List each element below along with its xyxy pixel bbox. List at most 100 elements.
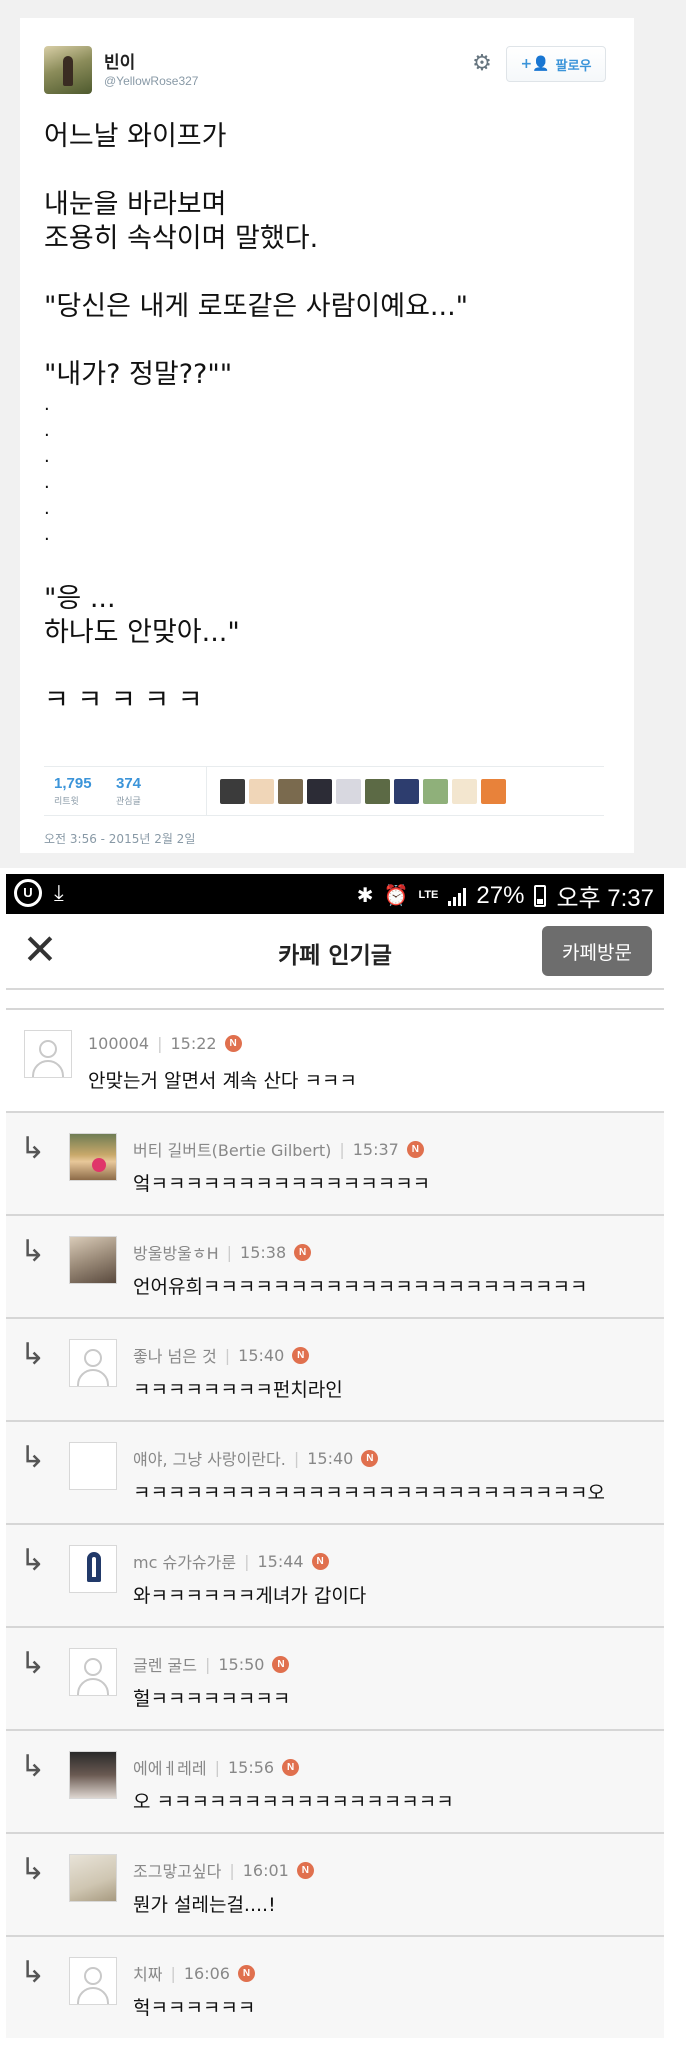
signal-icon	[448, 886, 467, 906]
tweet-line: 어느날 와이프가	[44, 121, 227, 152]
retweeter-avatar[interactable]	[278, 779, 303, 804]
comment-meta: mc 슈가슈가룬 | 15:44 N	[133, 1549, 329, 1573]
avatar[interactable]	[69, 1854, 117, 1902]
avatar[interactable]	[69, 1957, 117, 2005]
follow-button[interactable]: +👤 팔로우	[506, 46, 606, 82]
reply-arrow-icon: ↳	[20, 1131, 46, 1166]
avatar[interactable]	[24, 1030, 72, 1078]
comment-author[interactable]: 조그맣고싶다	[133, 1858, 221, 1882]
meta-divider: |	[244, 1551, 250, 1571]
meta-divider: |	[214, 1757, 220, 1777]
comment-text: 와ㅋㅋㅋㅋㅋㅋ게녀가 갑이다	[133, 1585, 367, 1607]
new-badge: N	[282, 1758, 300, 1776]
comment-time: 15:38	[240, 1242, 287, 1262]
meta-divider: |	[170, 1963, 176, 1983]
meta-divider: |	[224, 1345, 231, 1365]
avatar[interactable]	[69, 1236, 117, 1284]
like-stat[interactable]: 374 관심글	[116, 775, 141, 807]
tweet-author-handle[interactable]: @YellowRose327	[104, 74, 198, 88]
retweeter-avatar[interactable]	[365, 779, 390, 804]
comment-author[interactable]: 방울방울ㅎH	[133, 1240, 219, 1264]
reply-comment[interactable]: ↳ 에에ㅔ레레 | 15:56 N 오 ㅋㅋㅋㅋㅋㅋㅋㅋㅋㅋㅋㅋㅋㅋㅋㅋㅋ	[6, 1729, 664, 1832]
comment-author[interactable]: 버티 길버트(Bertie Gilbert)	[133, 1137, 331, 1161]
comment-author[interactable]: 좋나 넘은 것	[133, 1343, 217, 1367]
reply-comment[interactable]: ↳ 방울방울ㅎH | 15:38 N 언어유희ㅋㅋㅋㅋㅋㅋㅋㅋㅋㅋㅋㅋㅋㅋㅋㅋㅋㅋㅋㅋㅋㅋ	[6, 1214, 664, 1317]
tweet-card: 빈이 @YellowRose327 ⚙ +👤 팔로우 어느날 와이프가내눈을 바…	[20, 18, 634, 853]
tweet-avatar[interactable]	[44, 46, 92, 94]
comment-meta: 에에ㅔ레레 | 15:56 N	[133, 1755, 300, 1779]
meta-divider: |	[339, 1139, 345, 1159]
avatar[interactable]	[69, 1648, 117, 1696]
avatar[interactable]	[69, 1442, 117, 1490]
comment-author[interactable]: 치짜	[133, 1961, 162, 1985]
retweeter-avatar[interactable]	[220, 779, 245, 804]
like-label: 관심글	[116, 797, 141, 807]
comment-text: 엌ㅋㅋㅋㅋㅋㅋㅋㅋㅋㅋㅋㅋㅋㅋㅋㅋ	[133, 1173, 431, 1195]
tweet-line: .	[44, 420, 50, 441]
comment-text: 헐ㅋㅋㅋㅋㅋㅋㅋㅋ	[133, 1688, 291, 1710]
new-badge: N	[224, 1035, 242, 1052]
comment-author[interactable]: 100004	[88, 1034, 149, 1053]
reply-comment[interactable]: ↳ 좋나 넘은 것 | 15:40 N ㅋㅋㅋㅋㅋㅋㅋㅋ펀치라인	[6, 1317, 664, 1420]
cafe-visit-button[interactable]: 카페방문	[542, 926, 652, 976]
tweet-line: ㅋ ㅋ ㅋ ㅋ ㅋ	[44, 685, 203, 716]
tweet-line: .	[44, 498, 50, 519]
comment-author[interactable]: 에에ㅔ레레	[133, 1755, 207, 1779]
avatar[interactable]	[69, 1133, 117, 1181]
reply-comment[interactable]: ↳ 얘야, 그냥 사랑이란다. | 15:40 N ㅋㅋㅋㅋㅋㅋㅋㅋㅋㅋㅋㅋㅋㅋㅋㅋㅋㅋㅋ…	[6, 1420, 664, 1523]
comment-time: 15:40	[307, 1448, 354, 1468]
comment-time: 15:40	[238, 1345, 285, 1365]
retweeter-avatar[interactable]	[394, 779, 419, 804]
tweet-line: 조용히 속삭이며 말했다.	[44, 223, 319, 254]
retweet-count: 1,795	[54, 775, 92, 792]
reply-comment[interactable]: ↳ 글렌 굴드 | 15:50 N 헐ㅋㅋㅋㅋㅋㅋㅋㅋ	[6, 1626, 664, 1729]
tweet-line: .	[44, 472, 50, 493]
comment-author[interactable]: mc 슈가슈가룬	[133, 1549, 236, 1573]
reply-comment[interactable]: ↳ mc 슈가슈가룬 | 15:44 N 와ㅋㅋㅋㅋㅋㅋ게녀가 갑이다	[6, 1523, 664, 1626]
retweeter-avatar[interactable]	[307, 779, 332, 804]
comment-text: 언어유희ㅋㅋㅋㅋㅋㅋㅋㅋㅋㅋㅋㅋㅋㅋㅋㅋㅋㅋㅋㅋㅋㅋ	[133, 1276, 588, 1298]
tweet-line: 내눈을 바라보며	[44, 189, 227, 220]
comment-time: 15:22	[170, 1034, 217, 1053]
comment-meta: 방울방울ㅎH | 15:38 N	[133, 1240, 312, 1264]
follow-button-label: 팔로우	[555, 58, 592, 74]
retweet-stat[interactable]: 1,795 리트윗	[54, 775, 92, 807]
add-user-icon: +👤	[520, 56, 550, 72]
reply-arrow-icon: ↳	[20, 1749, 46, 1784]
gear-icon[interactable]: ⚙	[470, 52, 494, 76]
reply-comment[interactable]: ↳ 버티 길버트(Bertie Gilbert) | 15:37 N 엌ㅋㅋㅋㅋㅋㅋㅋㅋㅋ…	[6, 1111, 664, 1214]
avatar[interactable]	[69, 1339, 117, 1387]
retweeter-avatar[interactable]	[336, 779, 361, 804]
comment-author[interactable]: 글렌 굴드	[133, 1652, 197, 1676]
retweeter-avatar[interactable]	[423, 779, 448, 804]
reply-arrow-icon: ↳	[20, 1646, 46, 1681]
retweeter-avatar[interactable]	[452, 779, 477, 804]
comment-text: ㅋㅋㅋㅋㅋㅋㅋㅋㅋㅋㅋㅋㅋㅋㅋㅋㅋㅋㅋㅋㅋㅋㅋㅋㅋㅋ오	[133, 1482, 605, 1504]
comment-text: 안맞는거 알면서 계속 산다 ㅋㅋㅋ	[88, 1070, 357, 1092]
comment-meta: 치짜 | 16:06 N	[133, 1961, 255, 1985]
avatar[interactable]	[69, 1751, 117, 1799]
new-badge: N	[294, 1243, 312, 1261]
meta-divider: |	[229, 1860, 235, 1880]
comment-time: 16:06	[183, 1963, 230, 1983]
comment[interactable]: 100004 | 15:22 N 안맞는거 알면서 계속 산다 ㅋㅋㅋ	[6, 1008, 664, 1111]
tweet-author-name[interactable]: 빈이	[104, 48, 135, 73]
reply-comment[interactable]: ↳ 조그맣고싶다 | 16:01 N 뭔가 설레는걸....!	[6, 1832, 664, 1935]
retweeter-avatar[interactable]	[481, 779, 506, 804]
retweeter-avatar[interactable]	[249, 779, 274, 804]
avatar[interactable]	[69, 1545, 117, 1593]
reply-arrow-icon: ↳	[20, 1852, 46, 1887]
comment-time: 15:50	[218, 1654, 265, 1674]
comment-time: 15:56	[228, 1757, 275, 1777]
comment-author[interactable]: 얘야, 그냥 사랑이란다.	[133, 1446, 286, 1470]
tweet-line: "당신은 내게 로또같은 사람이예요..."	[44, 291, 469, 322]
tweet-screenshot: 빈이 @YellowRose327 ⚙ +👤 팔로우 어느날 와이프가내눈을 바…	[0, 0, 686, 868]
tweet-timestamp[interactable]: 오전 3:56 - 2015년 2월 2일	[44, 830, 195, 847]
reply-comment[interactable]: ↳ 치짜 | 16:06 N 헉ㅋㅋㅋㅋㅋㅋ	[6, 1935, 664, 2038]
meta-divider: |	[204, 1654, 211, 1674]
tweet-line: .	[44, 446, 50, 467]
